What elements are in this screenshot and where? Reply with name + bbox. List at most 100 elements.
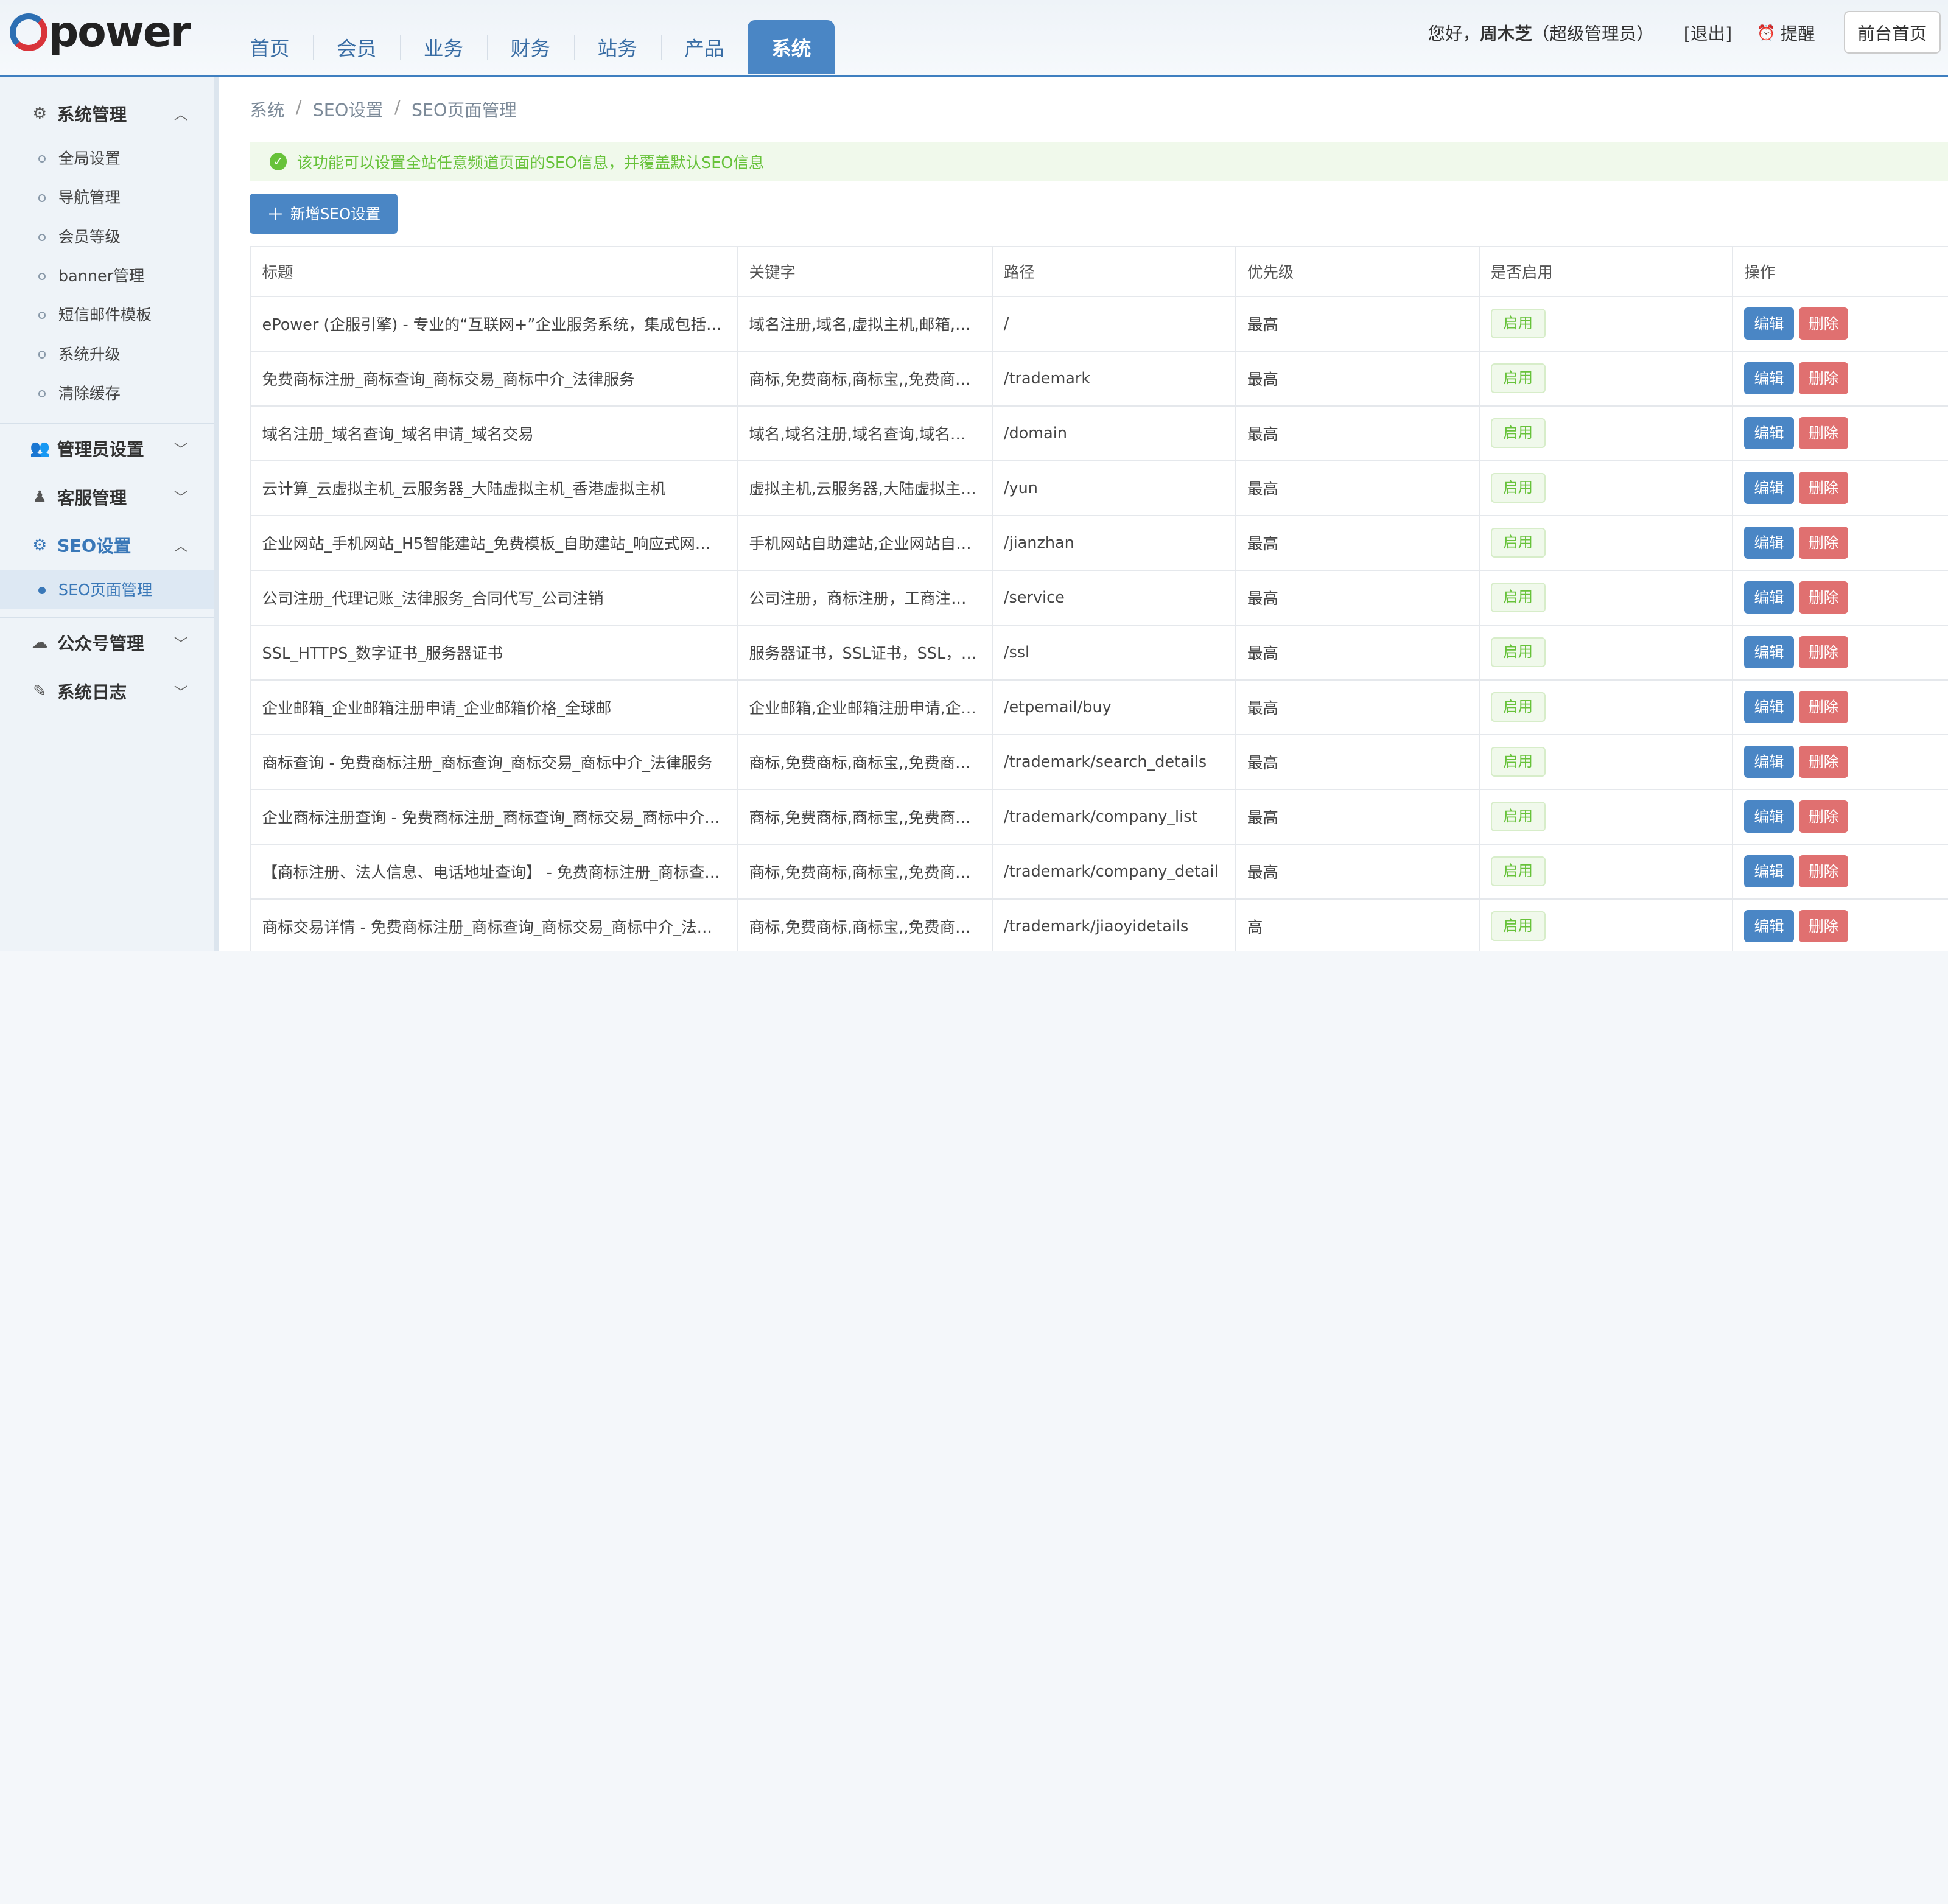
edit-button[interactable]: 编辑 [1744, 417, 1794, 450]
sidebar: ⚙ 系统管理 ︿ 全局设置 导航管理 会员等级 banner管理 短信邮件模板 … [0, 77, 219, 952]
sidebar-group-system-header[interactable]: ⚙ 系统管理 ︿ [0, 89, 214, 138]
cell-priority: 最高 [1235, 733, 1480, 790]
col-title: 标题 [250, 246, 738, 297]
sidebar-item-seo-page-management[interactable]: SEO页面管理 [0, 569, 214, 609]
cell-title: 商标交易详情 - 免费商标注册_商标查询_商标交易_商标中介_法律服务 [250, 898, 738, 952]
cell-enabled: 启用 [1478, 788, 1733, 845]
sidebar-item-nav-management[interactable]: 导航管理 [0, 177, 214, 216]
delete-button[interactable]: 删除 [1798, 691, 1849, 724]
cell-path: /service [991, 569, 1236, 626]
chevron-down-icon: ﹀ [173, 684, 188, 701]
check-circle-icon: ✓ [269, 152, 287, 170]
cell-title: ePower (企服引擎) - 专业的“互联网+”企业服务系统，集成包括域名、 [250, 295, 738, 352]
cell-keywords: 商标,免费商标,商标宝,,免费商标查询 [737, 733, 993, 790]
nav-home[interactable]: 首页 [226, 20, 313, 75]
add-seo-label: 新增SEO设置 [290, 205, 381, 223]
breadcrumb-separator: / [394, 97, 401, 118]
sidebar-group-label: 管理员设置 [57, 439, 144, 460]
sidebar-group-support-header[interactable]: ♟ 客服管理 ﹀ [0, 472, 214, 521]
users-icon: 👥 [29, 439, 50, 458]
greeting: 您好，周木芝（超级管理员） [1428, 20, 1653, 45]
status-badge: 启用 [1490, 802, 1546, 832]
breadcrumb-current: SEO页面管理 [411, 100, 517, 121]
sidebar-group-label: 系统日志 [57, 682, 127, 703]
delete-button[interactable]: 删除 [1798, 909, 1849, 943]
sidebar-group-wechat-header[interactable]: ☁ 公众号管理 ﹀ [0, 618, 214, 667]
edit-button[interactable]: 编辑 [1744, 800, 1794, 833]
status-badge: 启用 [1490, 856, 1546, 886]
cell-keywords: 企业邮箱,企业邮箱注册申请,企业邮箱价格 [737, 679, 993, 735]
delete-button[interactable]: 删除 [1798, 362, 1849, 395]
table-row: 商标查询 - 免费商标注册_商标查询_商标交易_商标中介_法律服务 商标,免费商标… [250, 733, 1948, 790]
sidebar-item-member-levels[interactable]: 会员等级 [0, 216, 214, 255]
status-badge: 启用 [1490, 473, 1546, 503]
cell-actions: 编辑 删除 [1731, 350, 1948, 407]
edit-button[interactable]: 编辑 [1744, 307, 1794, 340]
edit-button[interactable]: 编辑 [1744, 909, 1794, 943]
logout-link[interactable]: [退出] [1684, 20, 1732, 45]
cell-path: /domain [991, 405, 1236, 461]
alert-text: 该功能可以设置全站任意频道页面的SEO信息，并覆盖默认SEO信息 [296, 153, 765, 172]
table-row: 企业商标注册查询 - 免费商标注册_商标查询_商标交易_商标中介_法律服务 商标,… [250, 788, 1948, 845]
edit-button[interactable]: 编辑 [1744, 691, 1794, 724]
edit-button[interactable]: 编辑 [1744, 527, 1794, 559]
status-badge: 启用 [1490, 583, 1546, 613]
cell-enabled: 启用 [1478, 350, 1733, 407]
logo[interactable]: power [10, 7, 191, 57]
cell-enabled: 启用 [1478, 514, 1733, 571]
delete-button[interactable]: 删除 [1798, 581, 1849, 614]
status-badge: 启用 [1490, 363, 1546, 394]
cell-priority: 最高 [1235, 624, 1480, 681]
edit-button[interactable]: 编辑 [1744, 362, 1794, 395]
delete-button[interactable]: 删除 [1798, 307, 1849, 340]
edit-button[interactable]: 编辑 [1744, 581, 1794, 614]
cell-path: /trademark/search_details [991, 733, 1236, 790]
edit-button[interactable]: 编辑 [1744, 636, 1794, 669]
edit-button[interactable]: 编辑 [1744, 472, 1794, 505]
cell-keywords: 域名注册,域名,虚拟主机,邮箱,企业 [737, 295, 993, 352]
sidebar-item-global-settings[interactable]: 全局设置 [0, 138, 214, 177]
sidebar-group-seo-header[interactable]: ⚙ SEO设置 ︿ [0, 521, 214, 570]
sidebar-group-logs-header[interactable]: ✎ 系统日志 ﹀ [0, 667, 214, 716]
nav-system[interactable]: 系统 [748, 19, 835, 75]
delete-button[interactable]: 删除 [1798, 472, 1849, 505]
sidebar-item-banner[interactable]: banner管理 [0, 255, 214, 294]
nav-members[interactable]: 会员 [313, 20, 400, 75]
delete-button[interactable]: 删除 [1798, 527, 1849, 559]
breadcrumb-seo-settings[interactable]: SEO设置 [313, 97, 384, 122]
nav-site-affairs[interactable]: 站务 [573, 20, 661, 75]
cell-enabled: 启用 [1478, 733, 1733, 790]
cell-priority: 最高 [1235, 843, 1480, 900]
cell-keywords: 商标,免费商标,商标宝,,免费商标查询 [737, 898, 993, 952]
cell-enabled: 启用 [1478, 569, 1733, 626]
sidebar-item-sms-email-templates[interactable]: 短信邮件模板 [0, 295, 214, 334]
cell-title: 【商标注册、法人信息、电话地址查询】 - 免费商标注册_商标查询_商标交易 [250, 843, 738, 900]
cell-title: SSL_HTTPS_数字证书_服务器证书 [250, 624, 738, 681]
sidebar-group-label: 系统管理 [57, 104, 127, 125]
delete-button[interactable]: 删除 [1798, 636, 1849, 669]
edit-button[interactable]: 编辑 [1744, 855, 1794, 888]
cell-enabled: 启用 [1478, 624, 1733, 681]
delete-button[interactable]: 删除 [1798, 855, 1849, 888]
edit-button[interactable]: 编辑 [1744, 746, 1794, 779]
table-body: ePower (企服引擎) - 专业的“互联网+”企业服务系统，集成包括域名、域… [250, 295, 1948, 952]
frontend-home-button[interactable]: 前台首页 [1843, 11, 1941, 54]
cell-actions: 编辑 删除 [1731, 843, 1948, 900]
cell-actions: 编辑 删除 [1731, 460, 1948, 516]
sidebar-group-admins-header[interactable]: 👥 管理员设置 ﹀ [0, 424, 214, 473]
cell-enabled: 启用 [1478, 405, 1733, 461]
delete-button[interactable]: 删除 [1798, 417, 1849, 450]
nav-finance[interactable]: 财务 [486, 20, 574, 75]
sidebar-item-system-upgrade[interactable]: 系统升级 [0, 334, 214, 373]
delete-button[interactable]: 删除 [1798, 746, 1849, 779]
cell-actions: 编辑 删除 [1731, 788, 1948, 845]
add-seo-button[interactable]: ＋ 新增SEO设置 [250, 194, 398, 234]
remind-link[interactable]: ⏰ 提醒 [1757, 20, 1815, 45]
alarm-clock-icon: ⏰ [1756, 23, 1776, 41]
sidebar-item-clear-cache[interactable]: 清除缓存 [0, 373, 214, 411]
status-badge: 启用 [1490, 418, 1546, 449]
breadcrumb-system[interactable]: 系统 [250, 97, 284, 122]
nav-products[interactable]: 产品 [660, 20, 748, 75]
nav-business[interactable]: 业务 [400, 20, 487, 75]
delete-button[interactable]: 删除 [1798, 800, 1849, 833]
